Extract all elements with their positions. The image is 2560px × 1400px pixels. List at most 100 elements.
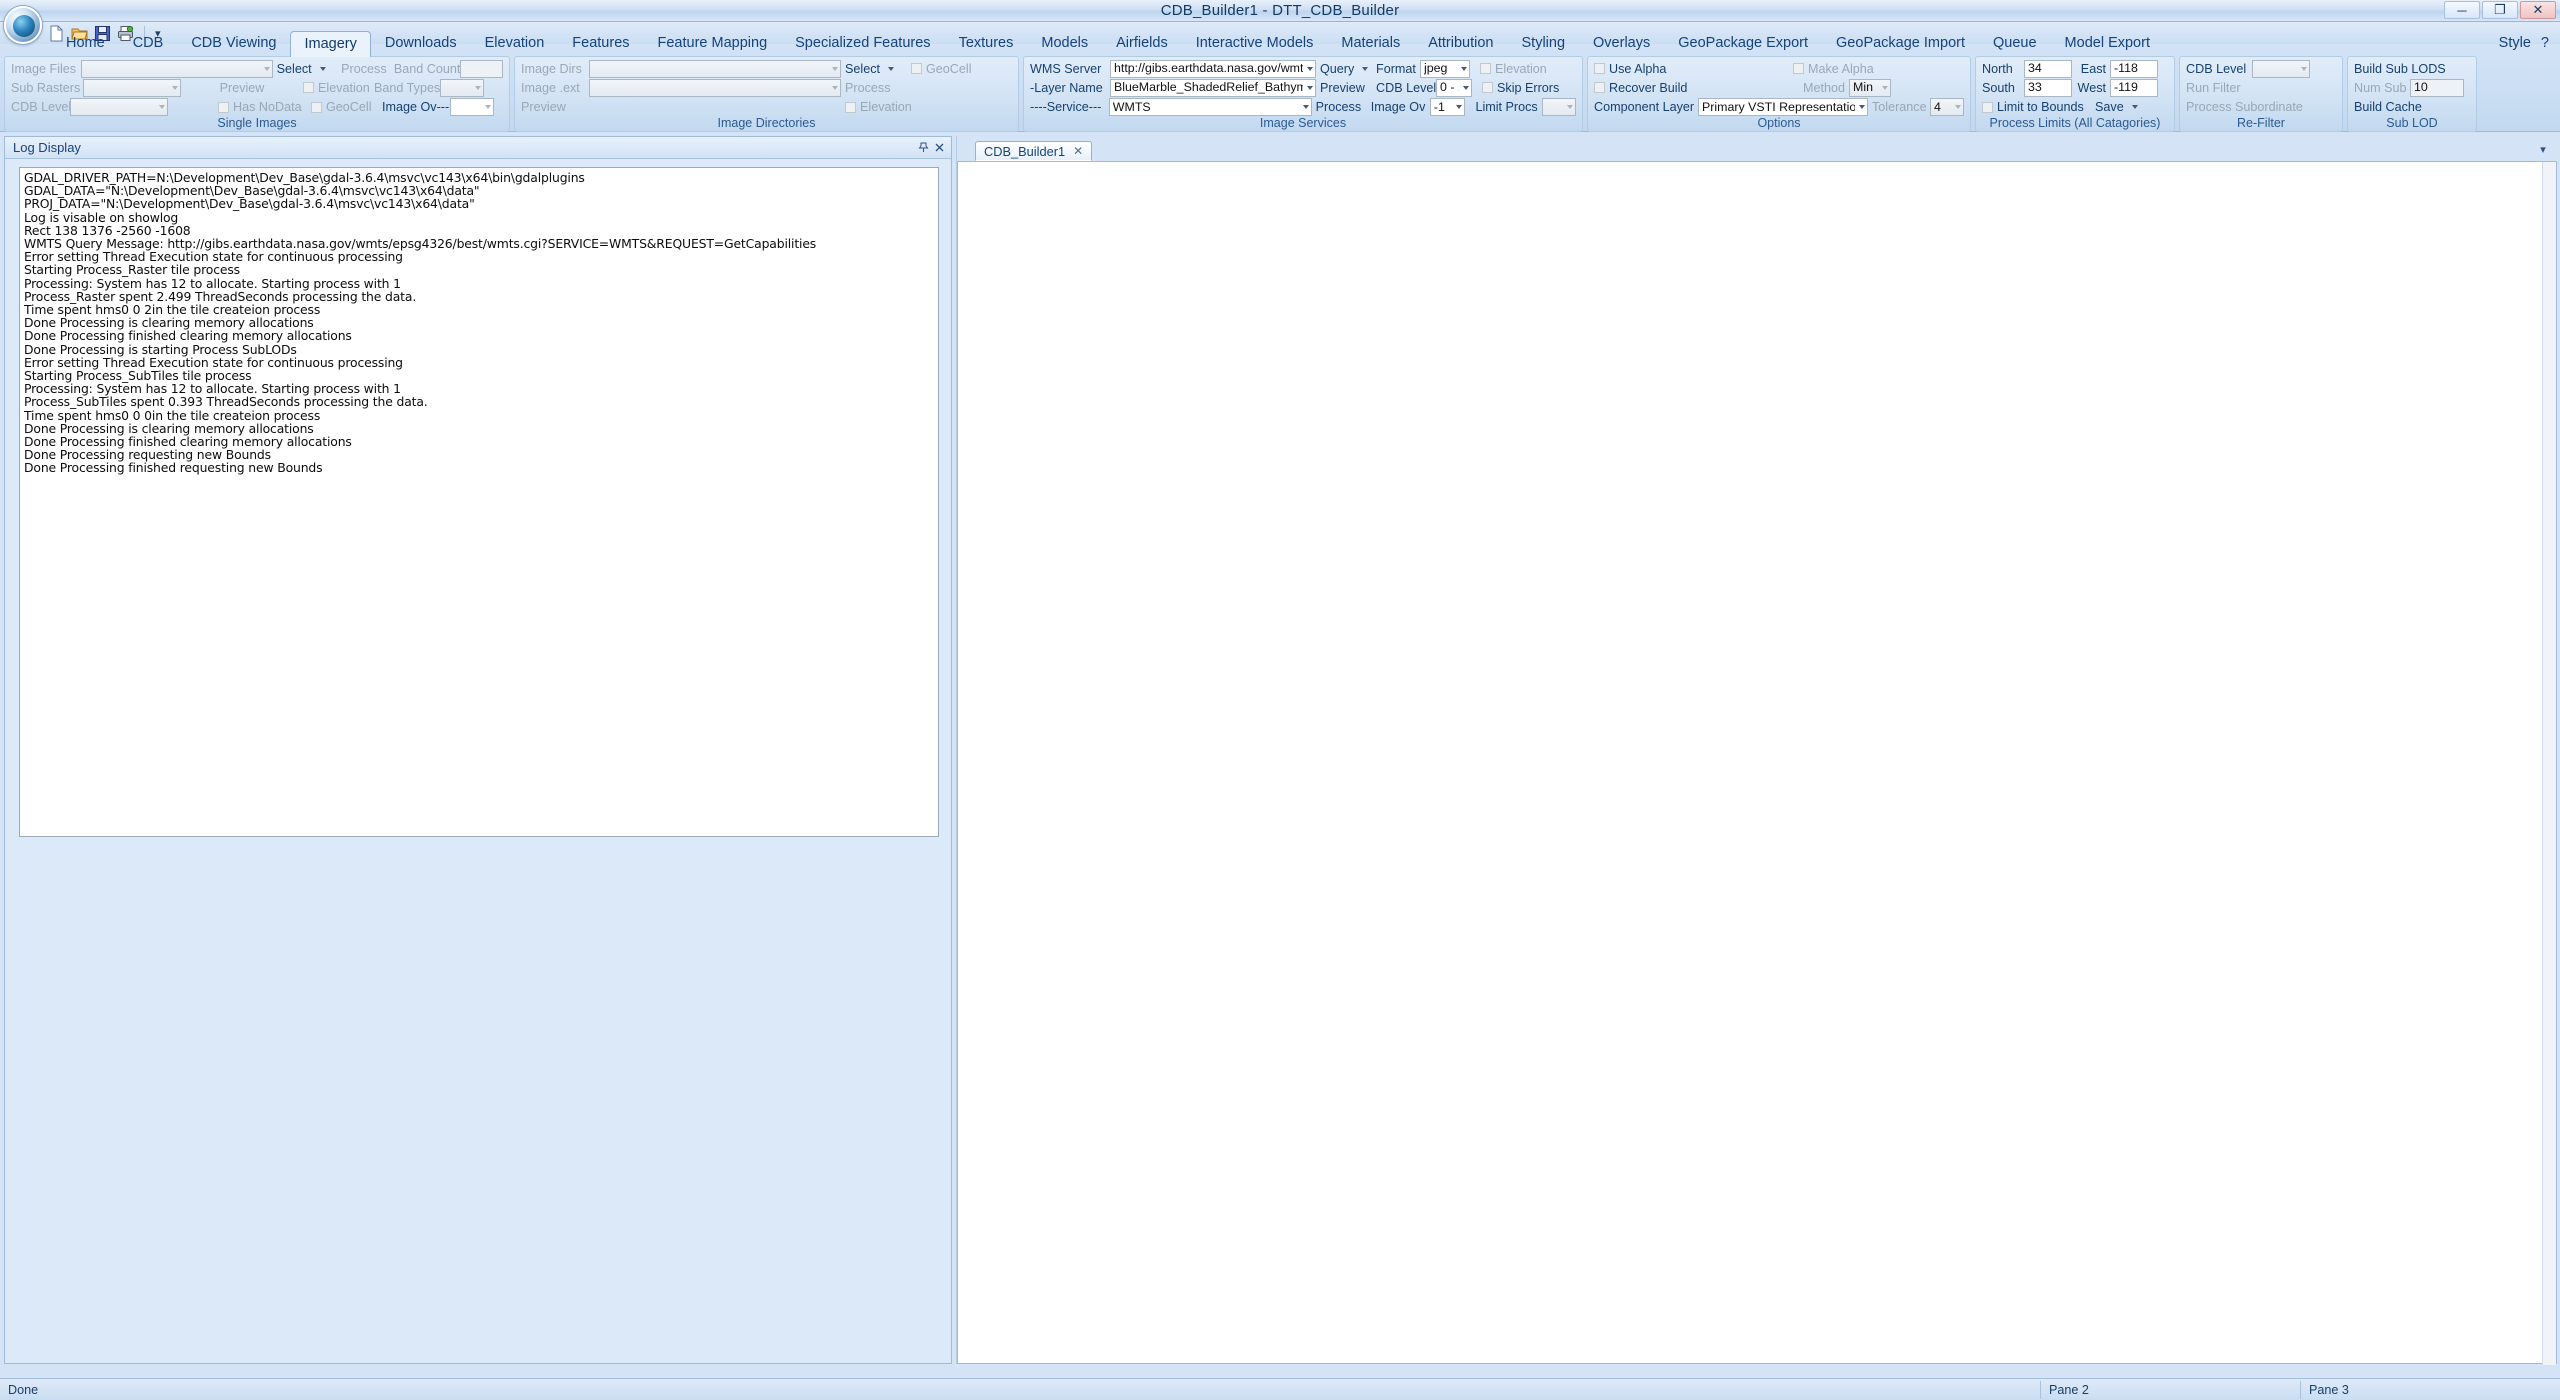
cdb-level-label-single: CDB Level: [11, 100, 72, 115]
chevron-down-icon: [1567, 105, 1573, 110]
service-type-combo[interactable]: WMTS: [1108, 98, 1312, 117]
close-icon[interactable]: ✕: [1073, 144, 1083, 158]
ribbon-tab-feature-mapping[interactable]: Feature Mapping: [644, 30, 782, 56]
ribbon-group-re-filter: CDB Level Run Filter Process Subordinate…: [2179, 56, 2343, 132]
ribbon-tab-home[interactable]: Home: [52, 30, 119, 56]
refilter-cdb-level-combo[interactable]: [2252, 59, 2310, 78]
image-ext-combo[interactable]: [589, 78, 841, 97]
single-images-select-menu[interactable]: Select: [277, 62, 337, 76]
ribbon-tab-cdb-viewing[interactable]: CDB Viewing: [177, 30, 290, 56]
services-elevation-label: Elevation: [1495, 61, 1547, 76]
maximize-button[interactable]: ❐: [2482, 1, 2518, 19]
south-field[interactable]: 33: [2024, 78, 2072, 97]
ribbon-tab-styling[interactable]: Styling: [1508, 30, 1580, 56]
image-dirs-select-menu[interactable]: Select: [845, 62, 907, 76]
skip-errors-checkbox[interactable]: [1482, 82, 1493, 94]
pin-icon[interactable]: [915, 140, 931, 156]
ribbon-group-sub-lod: Build Sub LODS Num Sub 10 Build Cache Su…: [2347, 56, 2477, 132]
limit-to-bounds-checkbox[interactable]: [1982, 101, 1993, 113]
close-icon[interactable]: [931, 140, 947, 156]
ribbon-tab-geopackage-import[interactable]: GeoPackage Import: [1822, 30, 1979, 56]
image-dirs-combo[interactable]: [589, 59, 841, 78]
chevron-down-icon: [2301, 66, 2307, 71]
component-layer-label: Component Layer: [1594, 100, 1695, 115]
limit-procs-combo[interactable]: [1542, 98, 1576, 117]
chevron-down-icon: [1307, 66, 1313, 71]
services-elevation-checkbox[interactable]: [1480, 63, 1491, 75]
ribbon-tab-geopackage-export[interactable]: GeoPackage Export: [1664, 30, 1822, 56]
services-image-ov-combo[interactable]: -1: [1429, 98, 1466, 117]
tolerance-combo[interactable]: 4: [1929, 98, 1964, 117]
sub-rasters-combo[interactable]: [83, 78, 181, 97]
wms-server-combo[interactable]: http://gibs.earthdata.nasa.gov/wmts/e: [1110, 59, 1316, 78]
close-button[interactable]: ✕: [2520, 1, 2556, 19]
ribbon-tab-model-export[interactable]: Model Export: [2051, 30, 2164, 56]
east-field[interactable]: -118: [2110, 59, 2158, 78]
save-menu-button[interactable]: Save: [2095, 100, 2145, 114]
chevron-down-icon[interactable]: ▾: [2536, 142, 2550, 156]
window-controls: ─ ❐ ✕: [2444, 1, 2556, 19]
document-tab-cdb-builder1[interactable]: CDB_Builder1 ✕: [975, 141, 1093, 161]
format-combo[interactable]: jpeg: [1420, 59, 1470, 78]
use-alpha-checkbox[interactable]: [1594, 63, 1605, 75]
ribbon-tab-materials[interactable]: Materials: [1327, 30, 1414, 56]
single-images-preview-label[interactable]: Preview: [185, 81, 299, 95]
ribbon-tab-airfields[interactable]: Airfields: [1102, 30, 1182, 56]
group-title-image-directories: Image Directories: [717, 116, 816, 130]
ribbon-tab-overlays[interactable]: Overlays: [1579, 30, 1664, 56]
build-cache-button[interactable]: Build Cache: [2354, 100, 2422, 114]
services-query-menu[interactable]: Query: [1320, 62, 1372, 76]
services-preview-label[interactable]: Preview: [1320, 81, 1372, 95]
vertical-scrollbar[interactable]: [2542, 162, 2556, 1365]
band-count-field[interactable]: [459, 59, 503, 78]
ribbon-style-button[interactable]: Style: [2485, 30, 2538, 56]
build-sub-lods-button[interactable]: Build Sub LODS: [2354, 62, 2446, 76]
ribbon-tab-elevation[interactable]: Elevation: [471, 30, 559, 56]
image-overlap-combo[interactable]: [450, 98, 494, 117]
num-sub-field[interactable]: 10: [2410, 78, 2464, 97]
band-types-combo[interactable]: [440, 78, 484, 97]
ribbon-tab-features[interactable]: Features: [558, 30, 643, 56]
group-title-process-limits: Process Limits (All Catagories): [1989, 116, 2161, 130]
dirs-process-label[interactable]: Process: [845, 81, 907, 95]
tolerance-label: Tolerance: [1871, 100, 1927, 115]
layer-name-combo[interactable]: BlueMarble_ShadedRelief_Bathymetry: [1110, 78, 1316, 97]
ribbon-tab-specialized-features[interactable]: Specialized Features: [781, 30, 944, 56]
ribbon-tab-cdb[interactable]: CDB: [119, 30, 178, 56]
cdb-level-combo-single[interactable]: [70, 98, 168, 117]
has-nodata-checkbox[interactable]: [218, 101, 229, 113]
recover-build-checkbox[interactable]: [1594, 82, 1605, 94]
ribbon-tab-textures[interactable]: Textures: [945, 30, 1028, 56]
component-layer-combo[interactable]: Primary VSTI Representation: [1698, 98, 1868, 117]
method-combo[interactable]: Min: [1849, 78, 1891, 97]
log-text-area[interactable]: GDAL_DRIVER_PATH=N:\Development\Dev_Base…: [19, 167, 939, 837]
geocell-checkbox[interactable]: [311, 101, 322, 113]
ribbon-help-button[interactable]: ?: [2538, 30, 2560, 56]
document-canvas[interactable]: [957, 161, 2557, 1365]
image-files-combo[interactable]: [81, 59, 273, 78]
make-alpha-checkbox[interactable]: [1793, 63, 1804, 75]
dirs-geocell-checkbox[interactable]: [911, 63, 922, 75]
ribbon-tab-attribution[interactable]: Attribution: [1414, 30, 1507, 56]
ribbon-tab-interactive-models[interactable]: Interactive Models: [1182, 30, 1328, 56]
ribbon-tab-imagery[interactable]: Imagery: [290, 31, 371, 57]
make-alpha-label: Make Alpha: [1808, 61, 1874, 76]
single-images-process-label[interactable]: Process: [341, 62, 390, 76]
west-field[interactable]: -119: [2110, 78, 2158, 97]
elevation-checkbox[interactable]: [303, 82, 314, 94]
ribbon-tab-queue[interactable]: Queue: [1979, 30, 2051, 56]
dirs-elevation-checkbox[interactable]: [845, 101, 856, 113]
application-orb-button[interactable]: [4, 6, 42, 44]
services-cdb-level-combo[interactable]: 0 - 108: [1436, 78, 1472, 97]
run-filter-button[interactable]: Run Filter: [2186, 81, 2241, 95]
ribbon-tab-models[interactable]: Models: [1027, 30, 1102, 56]
chevron-down-icon: [172, 85, 178, 90]
ribbon-panel: Image Files Select Process Band Count Su…: [0, 44, 2560, 132]
chevron-down-icon: [319, 66, 326, 71]
north-field[interactable]: 34: [2024, 59, 2072, 78]
process-subordinate-button[interactable]: Process Subordinate: [2186, 100, 2303, 114]
services-process-label[interactable]: Process: [1316, 100, 1367, 114]
ribbon-tab-downloads[interactable]: Downloads: [371, 30, 471, 56]
dirs-preview-label[interactable]: Preview: [521, 100, 585, 114]
minimize-button[interactable]: ─: [2444, 1, 2480, 19]
